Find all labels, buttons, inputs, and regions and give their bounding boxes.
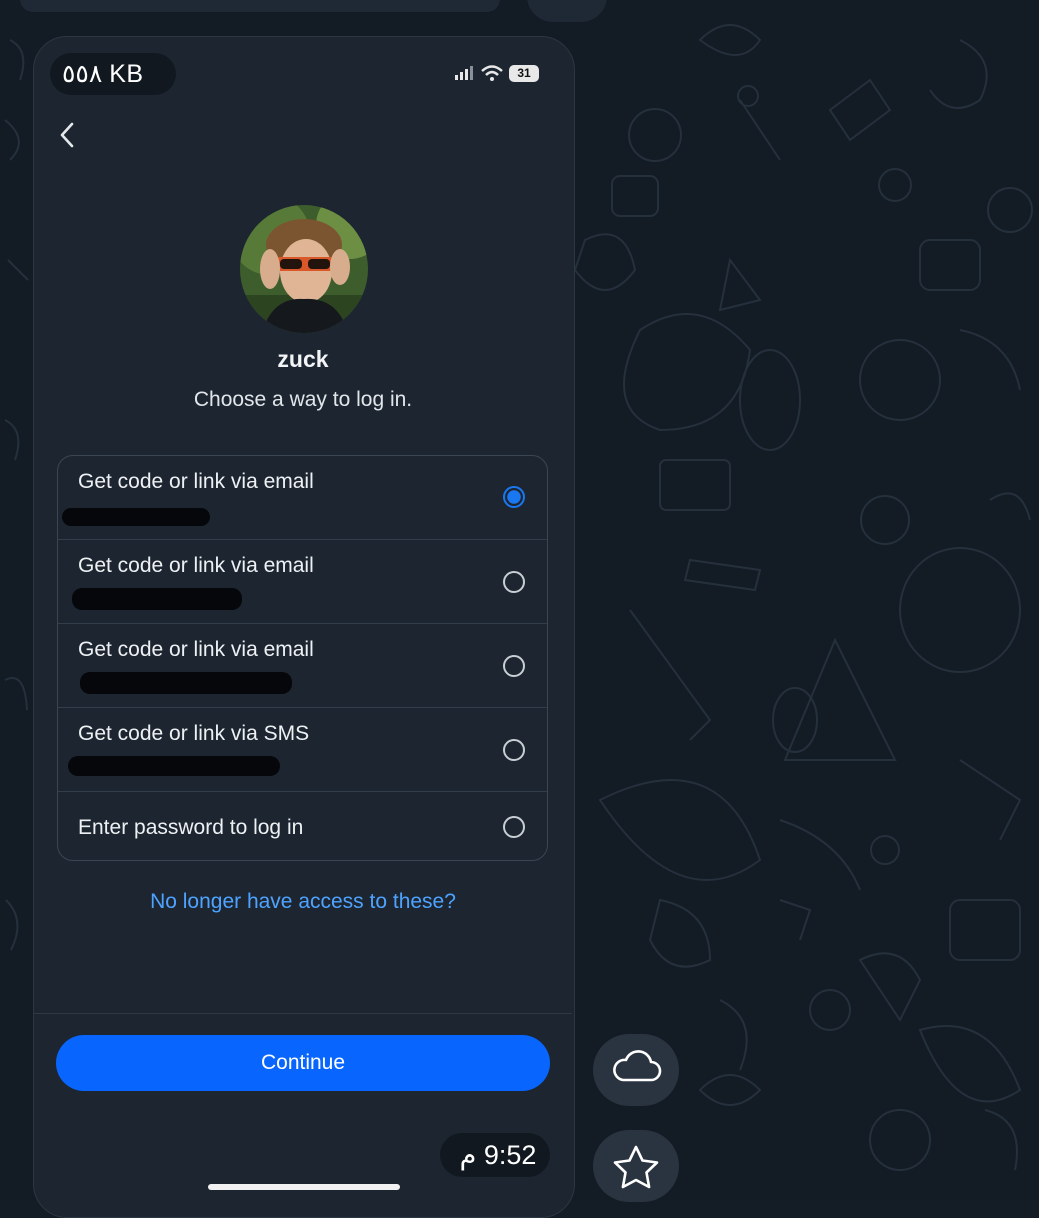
login-option-sms[interactable]: Get code or link via SMS bbox=[58, 708, 547, 792]
top-bar-remnant bbox=[20, 0, 500, 12]
option-label: Get code or link via email bbox=[78, 554, 314, 577]
redacted-contact bbox=[62, 508, 210, 526]
back-button[interactable] bbox=[54, 118, 84, 152]
radio-button-selected[interactable] bbox=[503, 486, 525, 508]
username: zuck bbox=[277, 346, 329, 372]
star-icon bbox=[613, 1145, 659, 1189]
login-instructions: Choose a way to log in. bbox=[193, 388, 413, 411]
no-access-link[interactable]: No longer have access to these? bbox=[100, 890, 506, 914]
option-label: Get code or link via email bbox=[78, 470, 314, 493]
login-options-list: Get code or link via email Get code or l… bbox=[57, 455, 548, 861]
option-label: Get code or link via email bbox=[78, 638, 314, 661]
cloud-save-button[interactable] bbox=[593, 1034, 679, 1106]
option-label: Enter password to log in bbox=[78, 816, 304, 839]
signal-icon bbox=[455, 66, 473, 80]
radio-button[interactable] bbox=[503, 816, 525, 838]
profile-photo bbox=[240, 205, 368, 333]
status-icons: 31 bbox=[455, 62, 539, 84]
login-option-email-3[interactable]: Get code or link via email bbox=[58, 624, 547, 708]
status-data-size: ٥٥٨ KB bbox=[62, 60, 144, 88]
avatar bbox=[240, 205, 368, 333]
message-timestamp: 9:52 م bbox=[459, 1140, 537, 1170]
redacted-contact bbox=[68, 756, 280, 776]
radio-button[interactable] bbox=[503, 571, 525, 593]
favorite-button[interactable] bbox=[593, 1130, 679, 1202]
cloud-icon bbox=[613, 1050, 662, 1082]
login-option-password[interactable]: Enter password to log in bbox=[58, 792, 547, 860]
continue-button[interactable]: Continue bbox=[56, 1035, 550, 1091]
login-option-email-2[interactable]: Get code or link via email bbox=[58, 540, 547, 624]
redacted-contact bbox=[80, 672, 292, 694]
wifi-icon bbox=[481, 65, 503, 81]
option-label: Get code or link via SMS bbox=[78, 722, 310, 745]
redacted-contact bbox=[72, 588, 242, 610]
battery-icon: 31 bbox=[509, 64, 539, 82]
radio-button[interactable] bbox=[503, 655, 525, 677]
login-option-email-1[interactable]: Get code or link via email bbox=[58, 456, 547, 540]
radio-button[interactable] bbox=[503, 739, 525, 761]
chevron-left-icon bbox=[60, 122, 74, 148]
footer-divider bbox=[34, 1013, 572, 1014]
home-indicator bbox=[208, 1184, 400, 1190]
